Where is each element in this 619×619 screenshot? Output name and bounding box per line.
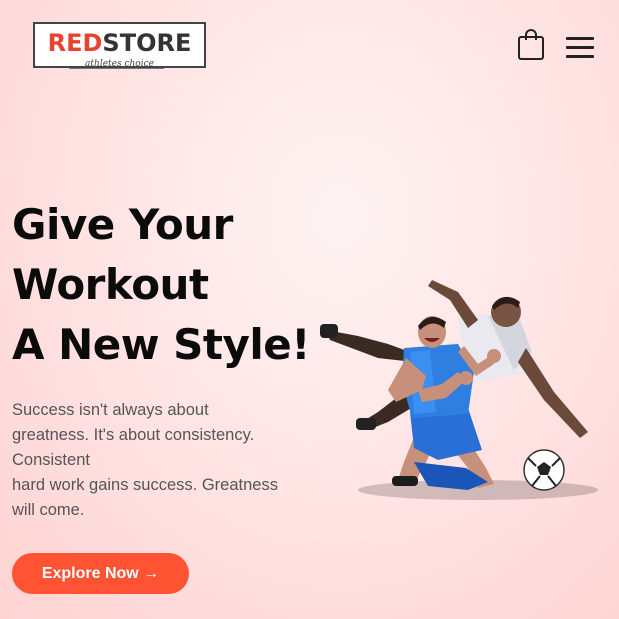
hero-description-line: Consistent: [12, 451, 90, 469]
hero-description-line: will come.: [12, 501, 85, 519]
hero-description-line: greatness. It's about consistency.: [12, 426, 255, 444]
logo-tagline: athletes choice: [85, 59, 154, 69]
hero-title-line: A New Style!: [12, 320, 310, 369]
shopping-bag-icon[interactable]: [516, 28, 546, 62]
logo-brand-dark: STORE: [102, 29, 192, 57]
hero-description: Success isn't always about greatness. It…: [12, 398, 312, 523]
hamburger-menu-icon[interactable]: [564, 34, 596, 62]
explore-now-button[interactable]: Explore Now →: [12, 553, 189, 594]
football-players-illustration: [318, 272, 618, 512]
soccer-ball-icon: [523, 449, 565, 491]
hero-description-line: hard work gains success. Greatness: [12, 476, 278, 494]
hero-description-line: Success isn't always about: [12, 401, 209, 419]
hero-title-line: Workout: [12, 260, 209, 309]
brand-logo[interactable]: REDSTORE athletes choice: [33, 22, 206, 69]
hero-title-line: Give Your: [12, 200, 233, 249]
logo-brand-red: RED: [47, 29, 103, 57]
logo-wordmark: REDSTORE: [35, 29, 204, 57]
hero-title: Give Your Workout A New Style!: [12, 195, 310, 375]
